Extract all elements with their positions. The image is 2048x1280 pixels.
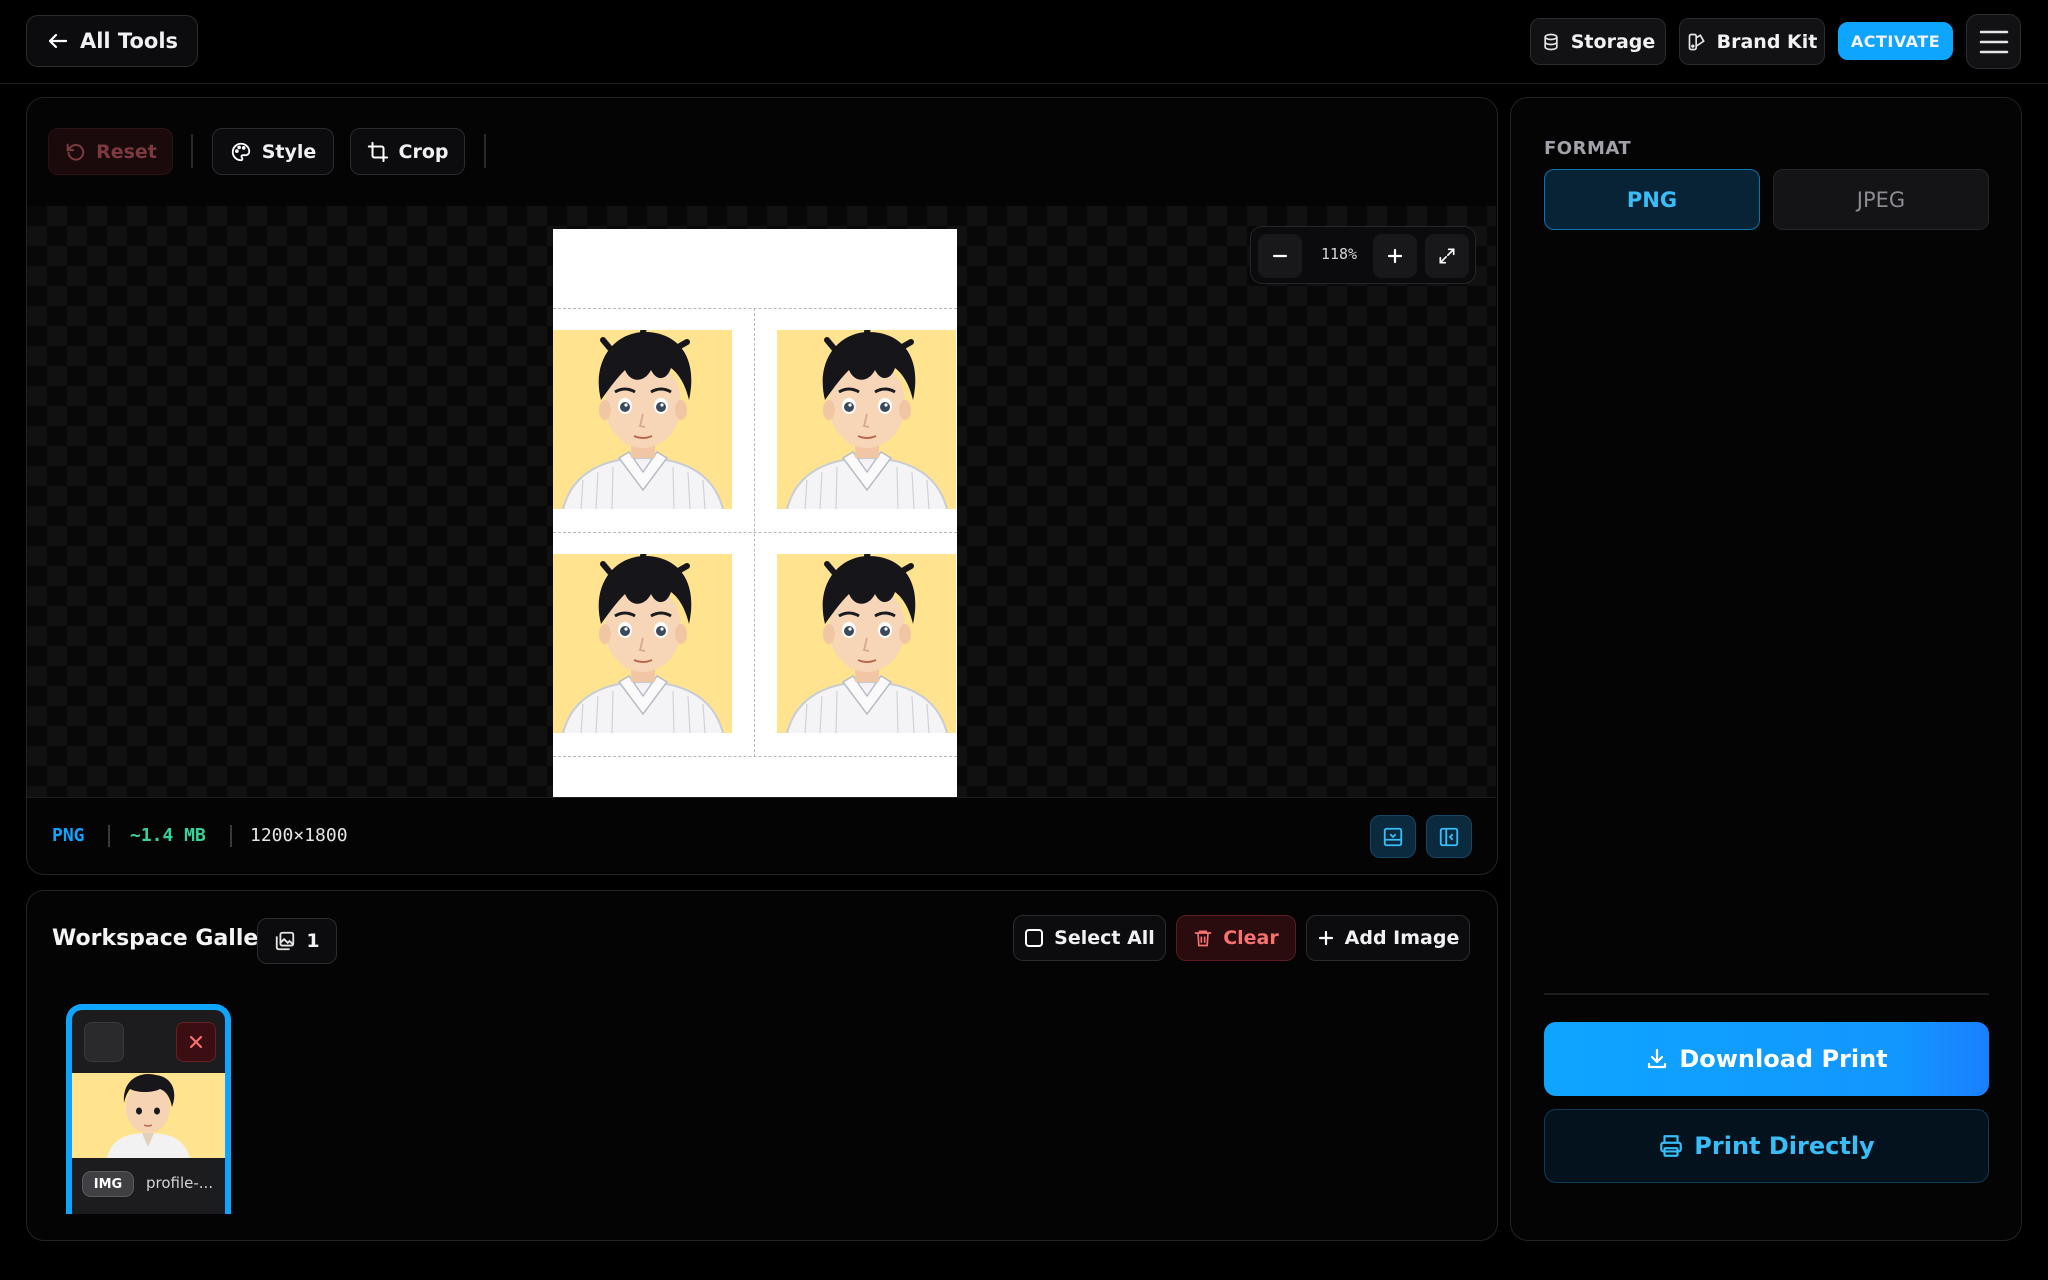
select-all-button[interactable]: Select All: [1013, 915, 1166, 961]
zoom-level: 118%: [1320, 245, 1358, 263]
download-print-label: Download Print: [1679, 1045, 1888, 1073]
reset-button[interactable]: Reset: [48, 128, 173, 175]
gallery-item-type-label: IMG: [93, 1176, 123, 1192]
format-option-label: JPEG: [1856, 187, 1906, 212]
all-tools-label: All Tools: [79, 29, 179, 53]
database-icon: [1544, 33, 1558, 50]
arrow-left-icon: [48, 33, 68, 49]
images-icon: [276, 931, 295, 951]
menu-button[interactable]: [1966, 14, 2021, 69]
status-divider: [108, 825, 110, 847]
toolbar-divider: [191, 134, 193, 168]
add-image-button[interactable]: Add Image: [1306, 915, 1470, 961]
portrait-illustration: [562, 330, 724, 509]
gallery-title: Workspace Gallery: [52, 926, 284, 951]
storage-button[interactable]: Storage: [1530, 18, 1666, 65]
hamburger-menu-icon: [1979, 30, 2008, 53]
crop-icon: [367, 141, 388, 162]
cut-line: [553, 308, 957, 309]
toggle-side-panel-button[interactable]: [1426, 815, 1472, 858]
panel-left-icon: [1439, 827, 1459, 846]
passport-photo: [553, 554, 732, 733]
clear-label: Clear: [1223, 927, 1279, 949]
brand-kit-button[interactable]: Brand Kit: [1679, 18, 1825, 65]
portrait-illustration: [786, 554, 948, 733]
cut-line: [553, 756, 957, 757]
cut-line: [553, 532, 957, 533]
gallery-item-remove-button[interactable]: [176, 1022, 216, 1062]
zoom-out-button[interactable]: [1258, 234, 1302, 278]
plus-icon: [1318, 930, 1333, 946]
zoom-controls: 118%: [1250, 226, 1476, 284]
portrait-illustration: [562, 554, 724, 733]
gallery-count-badge: 1: [257, 918, 337, 964]
plus-icon: [1387, 248, 1403, 264]
activate-button[interactable]: ACTIVATE: [1838, 22, 1953, 60]
download-icon: [1648, 1048, 1667, 1069]
passport-photo: [777, 554, 956, 733]
toggle-bottom-panel-button[interactable]: [1370, 815, 1416, 858]
status-format: PNG: [52, 825, 85, 846]
style-label: Style: [261, 140, 317, 163]
gallery-count: 1: [306, 930, 320, 952]
status-dimensions: 1200×1800: [250, 825, 348, 846]
format-option-png[interactable]: PNG: [1544, 169, 1760, 230]
reset-label: Reset: [96, 140, 157, 163]
all-tools-button[interactable]: All Tools: [26, 15, 198, 67]
palette-icon: [231, 142, 250, 161]
trash-icon: [1194, 930, 1212, 947]
portrait-illustration: [786, 330, 948, 509]
clear-button[interactable]: Clear: [1176, 915, 1296, 961]
passport-photo: [553, 330, 732, 509]
style-button[interactable]: Style: [212, 128, 334, 175]
top-bar: All Tools Storage Brand Kit ACTIVATE: [0, 0, 2048, 84]
canvas-status-bar: [27, 797, 1496, 874]
activate-label: ACTIVATE: [1850, 31, 1941, 51]
fullscreen-button[interactable]: [1425, 234, 1469, 278]
gallery-item-filename: profile-...: [146, 1174, 214, 1192]
select-all-label: Select All: [1054, 927, 1155, 949]
print-sheet: [553, 229, 957, 797]
toolbar-divider: [484, 134, 486, 168]
close-icon: [189, 1035, 203, 1049]
download-print-button[interactable]: Download Print: [1544, 1022, 1989, 1096]
palette-swatch-icon: [1688, 33, 1705, 50]
format-option-jpeg[interactable]: JPEG: [1773, 169, 1989, 230]
gallery-item-thumbnail: [72, 1073, 225, 1158]
add-image-label: Add Image: [1344, 927, 1460, 949]
storage-label: Storage: [1570, 30, 1656, 53]
brand-kit-label: Brand Kit: [1716, 30, 1818, 53]
gallery-item-type-badge: IMG: [82, 1171, 134, 1197]
status-divider: [230, 825, 232, 847]
portrait-thumbnail: [107, 1073, 190, 1158]
format-option-label: PNG: [1626, 187, 1678, 212]
cut-line: [754, 308, 755, 757]
printer-icon: [1660, 1135, 1683, 1157]
panel-bottom-icon: [1383, 827, 1403, 846]
minus-icon: [1272, 254, 1288, 258]
passport-photo: [777, 330, 956, 509]
side-panel-divider: [1544, 993, 1989, 995]
crop-label: Crop: [398, 140, 449, 163]
print-directly-label: Print Directly: [1694, 1132, 1875, 1160]
checkbox-icon: [1025, 929, 1044, 947]
crop-button[interactable]: Crop: [350, 128, 465, 175]
print-directly-button[interactable]: Print Directly: [1544, 1109, 1989, 1183]
format-heading: FORMAT: [1544, 138, 1632, 159]
undo-icon: [66, 143, 85, 161]
zoom-in-button[interactable]: [1373, 234, 1417, 278]
gallery-item-checkbox[interactable]: [84, 1022, 124, 1062]
status-size: ~1.4 MB: [130, 825, 206, 846]
gallery-item[interactable]: IMG profile-...: [66, 1004, 231, 1214]
expand-icon: [1439, 248, 1455, 264]
